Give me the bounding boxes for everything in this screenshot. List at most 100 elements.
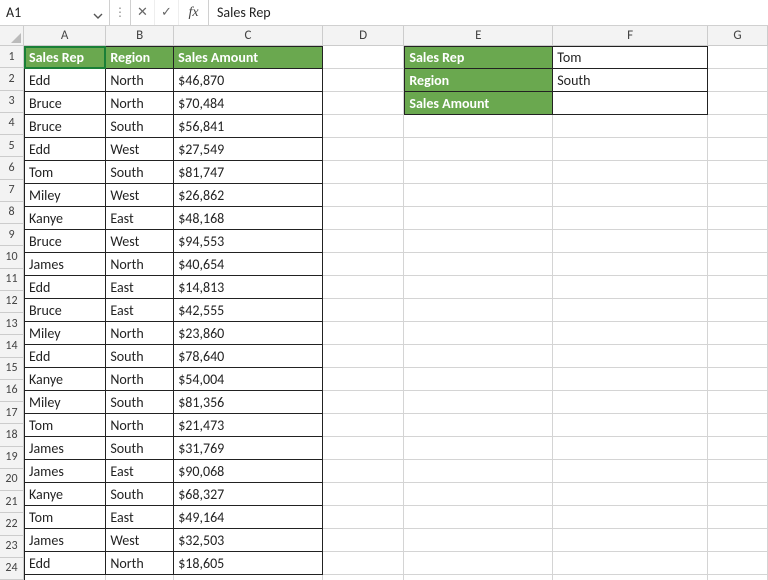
cell-A13[interactable]: Miley	[24, 322, 106, 345]
col-header-F[interactable]: F	[553, 26, 708, 45]
cell-F15[interactable]	[553, 368, 708, 391]
cell-A18[interactable]: James	[24, 437, 106, 460]
cell-B5[interactable]: West	[106, 138, 174, 161]
col-header-A[interactable]: A	[24, 26, 106, 45]
cell-C23[interactable]: $18,605	[174, 552, 323, 575]
cell-B19[interactable]: East	[106, 460, 174, 483]
cell-B7[interactable]: West	[106, 184, 174, 207]
cell-G12[interactable]	[708, 299, 768, 322]
row-header-22[interactable]: 22	[0, 513, 23, 535]
cell-C11[interactable]: $14,813	[174, 276, 323, 299]
cell-D18[interactable]	[323, 437, 404, 460]
cell-C1[interactable]: Sales Amount	[174, 46, 323, 69]
cell-G17[interactable]	[708, 414, 768, 437]
cell-D8[interactable]	[323, 207, 404, 230]
cancel-formula-button[interactable]: ✕	[131, 0, 155, 25]
row-header-6[interactable]: 6	[0, 157, 23, 179]
cell-G24[interactable]	[708, 575, 768, 580]
cell-D9[interactable]	[323, 230, 404, 253]
col-header-E[interactable]: E	[404, 26, 553, 45]
cell-B6[interactable]: South	[106, 161, 174, 184]
cell-F3[interactable]	[553, 92, 708, 115]
cell-G5[interactable]	[708, 138, 768, 161]
cell-A10[interactable]: James	[24, 253, 106, 276]
cell-G22[interactable]	[708, 529, 768, 552]
cell-B24[interactable]	[106, 575, 174, 580]
row-header-23[interactable]: 23	[0, 536, 23, 558]
cell-D11[interactable]	[323, 276, 404, 299]
cell-A1[interactable]: Sales Rep	[24, 46, 106, 69]
cell-C21[interactable]: $49,164	[174, 506, 323, 529]
col-header-G[interactable]: G	[708, 26, 768, 45]
cell-F13[interactable]	[553, 322, 708, 345]
cell-B13[interactable]: North	[106, 322, 174, 345]
cell-F18[interactable]	[553, 437, 708, 460]
cell-E7[interactable]	[404, 184, 553, 207]
cell-D7[interactable]	[323, 184, 404, 207]
row-header-1[interactable]: 1	[0, 46, 23, 68]
cell-F16[interactable]	[553, 391, 708, 414]
cell-C15[interactable]: $54,004	[174, 368, 323, 391]
cell-E11[interactable]	[404, 276, 553, 299]
cell-E13[interactable]	[404, 322, 553, 345]
cell-E21[interactable]	[404, 506, 553, 529]
cell-E16[interactable]	[404, 391, 553, 414]
row-header-11[interactable]: 11	[0, 269, 23, 291]
cell-C4[interactable]: $56,841	[174, 115, 323, 138]
cell-A6[interactable]: Tom	[24, 161, 106, 184]
cell-A7[interactable]: Miley	[24, 184, 106, 207]
cell-G11[interactable]	[708, 276, 768, 299]
row-header-2[interactable]: 2	[0, 68, 23, 90]
cell-G6[interactable]	[708, 161, 768, 184]
cell-A3[interactable]: Bruce	[24, 92, 106, 115]
cell-B8[interactable]: East	[106, 207, 174, 230]
cell-B18[interactable]: South	[106, 437, 174, 460]
col-header-D[interactable]: D	[323, 26, 404, 45]
row-header-7[interactable]: 7	[0, 180, 23, 202]
cell-E19[interactable]	[404, 460, 553, 483]
cell-G7[interactable]	[708, 184, 768, 207]
cell-C13[interactable]: $23,860	[174, 322, 323, 345]
cell-C3[interactable]: $70,484	[174, 92, 323, 115]
row-header-19[interactable]: 19	[0, 447, 23, 469]
row-header-18[interactable]: 18	[0, 424, 23, 446]
cell-C17[interactable]: $21,473	[174, 414, 323, 437]
cell-B21[interactable]: East	[106, 506, 174, 529]
cell-D15[interactable]	[323, 368, 404, 391]
accept-formula-button[interactable]: ✓	[155, 0, 179, 25]
cell-G19[interactable]	[708, 460, 768, 483]
cell-F22[interactable]	[553, 529, 708, 552]
cell-E12[interactable]	[404, 299, 553, 322]
cell-D23[interactable]	[323, 552, 404, 575]
cell-C2[interactable]: $46,870	[174, 69, 323, 92]
cell-E17[interactable]	[404, 414, 553, 437]
cell-A19[interactable]: James	[24, 460, 106, 483]
cell-A17[interactable]: Tom	[24, 414, 106, 437]
row-header-17[interactable]: 17	[0, 402, 23, 424]
cell-E22[interactable]	[404, 529, 553, 552]
cell-G1[interactable]	[708, 46, 768, 69]
cell-G15[interactable]	[708, 368, 768, 391]
cell-G9[interactable]	[708, 230, 768, 253]
cell-B1[interactable]: Region	[106, 46, 174, 69]
cell-C24[interactable]	[174, 575, 323, 580]
cell-D17[interactable]	[323, 414, 404, 437]
cell-C6[interactable]: $81,747	[174, 161, 323, 184]
row-header-20[interactable]: 20	[0, 469, 23, 491]
cell-F20[interactable]	[553, 483, 708, 506]
cell-A12[interactable]: Bruce	[24, 299, 106, 322]
cell-B2[interactable]: North	[106, 69, 174, 92]
row-header-24[interactable]: 24	[0, 558, 23, 580]
cell-C7[interactable]: $26,862	[174, 184, 323, 207]
cell-C5[interactable]: $27,549	[174, 138, 323, 161]
cell-F23[interactable]	[553, 552, 708, 575]
cell-F7[interactable]	[553, 184, 708, 207]
cell-D5[interactable]	[323, 138, 404, 161]
cell-E18[interactable]	[404, 437, 553, 460]
cell-G8[interactable]	[708, 207, 768, 230]
cell-E15[interactable]	[404, 368, 553, 391]
cell-E6[interactable]	[404, 161, 553, 184]
cell-D19[interactable]	[323, 460, 404, 483]
cell-F19[interactable]	[553, 460, 708, 483]
cell-E1[interactable]: Sales Rep	[404, 46, 553, 69]
